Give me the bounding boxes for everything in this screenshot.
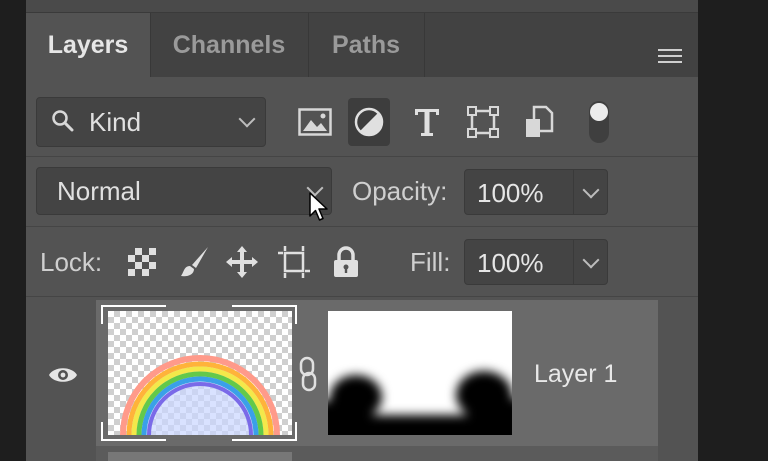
panel-tab-bar: Layers Channels Paths [26, 13, 698, 77]
lock-artboard-icon[interactable] [276, 244, 312, 280]
filter-toggle-icon[interactable] [578, 98, 620, 146]
layer-thumbnail[interactable] [108, 311, 292, 435]
opacity-field[interactable]: 100% [464, 169, 608, 215]
lock-image-pixels-icon[interactable] [176, 244, 212, 280]
rainbow-image [120, 355, 280, 435]
layers-panel: Layers Channels Paths Kind Normal Opacit… [26, 0, 698, 461]
mouse-cursor-icon [309, 192, 328, 221]
adjustment-filter-icon[interactable] [348, 98, 390, 146]
image-filter-icon[interactable] [294, 98, 336, 146]
opacity-value[interactable]: 100% [477, 178, 544, 209]
layer-thumbnail[interactable] [108, 452, 292, 461]
link-icon[interactable] [298, 356, 318, 392]
smart-object-filter-icon[interactable] [518, 98, 560, 146]
kind-filter-label: Kind [89, 107, 142, 137]
type-filter-icon[interactable] [406, 98, 448, 146]
blend-mode-label: Normal [57, 176, 141, 206]
tab-layers[interactable]: Layers [26, 13, 151, 77]
layer-name[interactable]: Layer 1 [534, 360, 617, 389]
row-separator [26, 296, 698, 297]
mask-image [328, 371, 512, 435]
tab-paths[interactable]: Paths [308, 13, 425, 77]
row-separator [26, 226, 698, 227]
panel-top-strip [26, 0, 698, 13]
fill-value[interactable]: 100% [477, 248, 544, 279]
layer-mask-thumbnail[interactable] [328, 311, 512, 435]
blend-mode-select[interactable]: Normal [36, 167, 332, 215]
row-separator [26, 156, 698, 157]
chevron-down-icon[interactable] [582, 251, 600, 269]
field-divider [573, 170, 574, 214]
field-divider [573, 240, 574, 284]
fill-label: Fill: [410, 247, 451, 277]
kind-filter-select[interactable]: Kind [36, 97, 266, 147]
fill-field[interactable]: 100% [464, 239, 608, 285]
lock-label: Lock: [40, 247, 103, 277]
eye-icon[interactable] [48, 364, 78, 386]
search-icon [52, 110, 74, 132]
panel-menu-icon[interactable] [658, 49, 682, 67]
tab-channels[interactable]: Channels [150, 13, 309, 77]
chevron-down-icon [238, 110, 256, 128]
lock-all-icon[interactable] [328, 244, 364, 280]
lock-transparent-pixels-icon[interactable] [124, 244, 160, 280]
shape-filter-icon[interactable] [462, 98, 504, 146]
chevron-down-icon[interactable] [582, 181, 600, 199]
opacity-label: Opacity: [352, 176, 448, 206]
lock-position-icon[interactable] [224, 244, 260, 280]
